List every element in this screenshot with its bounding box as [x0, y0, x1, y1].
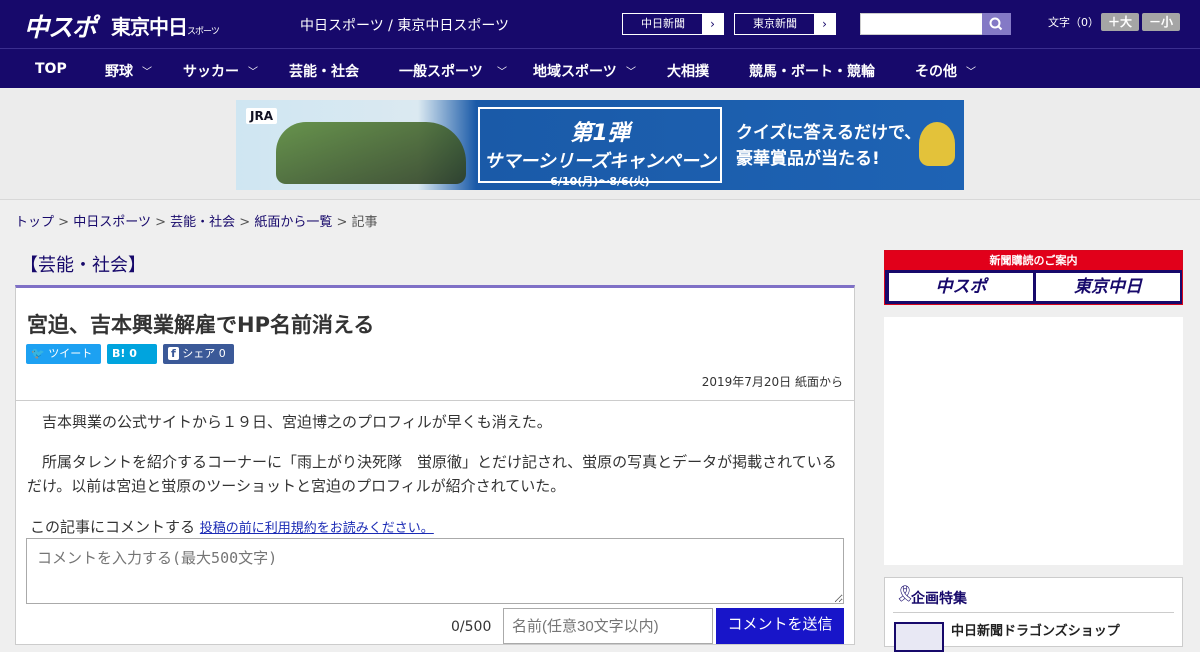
campaign-title-2: サマーシリーズキャンペーン	[484, 151, 716, 172]
horse-image	[276, 122, 466, 184]
divider	[16, 400, 854, 401]
breadcrumb-entertainment[interactable]: 芸能・社会	[170, 215, 235, 230]
nav-item-other[interactable]: その他	[915, 61, 957, 81]
font-smaller-button[interactable]: －小	[1142, 13, 1180, 31]
subscribe-chuspo-button[interactable]: 中スポ	[889, 273, 1033, 301]
nav-item-racing[interactable]: 競馬・ボート・競輪	[749, 61, 875, 81]
nav-item-baseball[interactable]: 野球	[105, 61, 133, 81]
comment-char-count: 0/500	[451, 619, 492, 635]
article-paragraph-1: 吉本興業の公式サイトから１９日、宮迫博之のプロフィルが早くも消えた。	[27, 413, 552, 431]
tweet-button[interactable]: 🐦 ツイート	[26, 344, 101, 364]
chevron-down-icon: ﹀	[497, 67, 507, 78]
subscription-box: 新聞購読のご案内 中スポ 東京中日	[884, 250, 1183, 305]
sidebar-ad[interactable]	[884, 317, 1183, 565]
chevron-down-icon: ﹀	[626, 67, 636, 78]
tweet-label: ツイート	[48, 347, 93, 360]
chuspo-logo[interactable]: 中スポ	[24, 8, 97, 44]
feature-title: 企画特集	[911, 591, 967, 607]
article-paragraph-2: 所属タレントを紹介するコーナーに「雨上がり決死隊 蛍原徹」とだけ記され、蛍原の写…	[27, 453, 837, 495]
breadcrumb-sep: >	[58, 215, 70, 230]
commenter-name-input[interactable]	[503, 608, 713, 644]
font-size-label: 文字（0）	[1048, 16, 1099, 29]
breadcrumb-chunichi-sports[interactable]: 中日スポーツ	[73, 215, 151, 230]
nav-item-local-sports[interactable]: 地域スポーツ	[533, 61, 617, 81]
trophy-icon	[919, 122, 955, 166]
breadcrumb-current: 記事	[351, 215, 378, 230]
nav-item-soccer[interactable]: サッカー	[183, 61, 239, 81]
chevron-right-icon: ›	[702, 14, 723, 34]
divider	[893, 612, 1174, 613]
terms-link[interactable]: 投稿の前に利用規約をお読みください。	[200, 521, 434, 536]
search-button[interactable]	[982, 13, 1011, 35]
tokyo-shimbun-link[interactable]: 東京新聞 ›	[734, 13, 836, 35]
site-name-text: 中日スポーツ / 東京中日スポーツ	[300, 18, 510, 34]
tokyo-shimbun-label: 東京新聞	[753, 17, 797, 30]
submit-comment-button[interactable]: コメントを送信	[716, 608, 844, 644]
tokyo-chunichi-logo[interactable]: 東京中日スポーツ	[111, 11, 220, 40]
jra-ad-banner[interactable]: JRA 第1弾 サマーシリーズキャンペーン 6/10(月)～8/6(火) クイズ…	[236, 100, 964, 190]
campaign-title-1: 第1弾	[570, 121, 630, 146]
twitter-icon: 🐦	[31, 347, 45, 360]
facebook-share-button[interactable]: f シェア 0	[163, 344, 234, 364]
subscribe-tokyo-chunichi-button[interactable]: 東京中日	[1036, 273, 1180, 301]
jra-logo: JRA	[246, 108, 277, 124]
chunichi-shimbun-label: 中日新聞	[641, 17, 685, 30]
site-header: 中スポ 東京中日スポーツ 中日スポーツ / 東京中日スポーツ 中日新聞 › 東京…	[0, 0, 1200, 48]
breadcrumb-sep: >	[336, 215, 348, 230]
breadcrumb-sep: >	[155, 215, 166, 230]
quiz-line-1: クイズに答えるだけで、	[736, 123, 922, 143]
breadcrumb-paper-list[interactable]: 紙面から一覧	[254, 215, 332, 230]
category-heading: 【芸能・社会】	[20, 255, 146, 276]
nav-item-entertainment[interactable]: 芸能・社会	[289, 61, 359, 81]
breadcrumb: トップ > 中日スポーツ > 芸能・社会 > 紙面から一覧 > 記事	[15, 211, 378, 230]
nav-item-sumo[interactable]: 大相撲	[667, 61, 709, 81]
comment-section-label: この記事にコメントする 投稿の前に利用規約をお読みください。	[30, 516, 434, 537]
chevron-down-icon: ﹀	[966, 67, 976, 78]
quiz-line-2: 豪華賞品が当たる!	[736, 149, 880, 169]
article-date: 2019年7月20日 紙面から	[701, 375, 843, 389]
main-nav: TOP 野球 ﹀ サッカー ﹀ 芸能・社会 一般スポーツ ﹀ 地域スポーツ ﹀ …	[0, 48, 1200, 88]
subscription-header: 新聞購読のご案内	[885, 251, 1182, 270]
feature-thumbnail[interactable]	[894, 622, 944, 652]
quiz-text: クイズに答えるだけで、 豪華賞品が当たる!	[736, 120, 921, 172]
chevron-down-icon: ﹀	[248, 67, 258, 78]
campaign-dates: 6/10(月)～8/6(火)	[550, 175, 650, 188]
nav-item-top[interactable]: TOP	[35, 61, 67, 77]
tokyo-chunichi-logo-text: 東京中日	[111, 15, 188, 39]
facebook-label: シェア 0	[182, 347, 226, 360]
font-larger-button[interactable]: ＋大	[1101, 13, 1139, 31]
nav-item-general-sports[interactable]: 一般スポーツ	[399, 61, 483, 81]
feature-box: 🎗 企画特集 中日新聞ドラゴンズショップ	[884, 577, 1183, 652]
search-icon	[989, 17, 1003, 31]
breadcrumb-sep: >	[239, 215, 251, 230]
campaign-box: 第1弾 サマーシリーズキャンペーン 6/10(月)～8/6(火)	[478, 107, 722, 188]
article-title: 宮迫、吉本興業解雇でHP名前消える	[27, 313, 375, 337]
chunichi-shimbun-link[interactable]: 中日新聞 ›	[622, 13, 724, 35]
comment-textarea[interactable]	[26, 538, 844, 604]
ad-area: JRA 第1弾 サマーシリーズキャンペーン 6/10(月)～8/6(火) クイズ…	[0, 89, 1200, 200]
facebook-icon: f	[168, 347, 179, 360]
comment-label: この記事にコメントする	[30, 518, 196, 536]
hatena-button[interactable]: B! 0	[107, 344, 157, 364]
chevron-down-icon: ﹀	[142, 67, 152, 78]
tokyo-chunichi-logo-small: スポーツ	[187, 27, 220, 37]
article-card: 宮迫、吉本興業解雇でHP名前消える 🐦 ツイート B! 0 f シェア 0 20…	[15, 285, 855, 645]
breadcrumb-top[interactable]: トップ	[15, 215, 54, 230]
chevron-right-icon: ›	[814, 14, 835, 34]
